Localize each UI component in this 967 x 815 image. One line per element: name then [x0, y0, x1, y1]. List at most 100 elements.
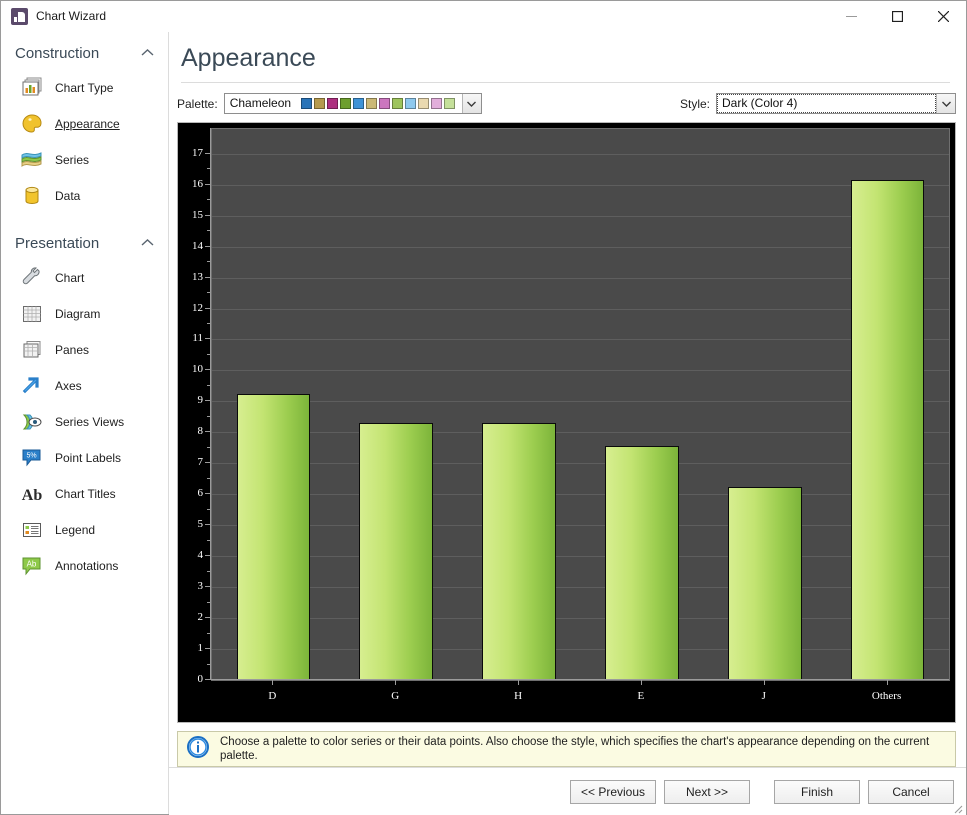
y-axis-tick-label: 14: [179, 240, 203, 252]
sidebar-item-series-views-label: Series Views: [55, 415, 124, 429]
palette-swatch-2: [327, 98, 338, 109]
gridline: [212, 247, 949, 248]
x-axis-tick-label: E: [638, 690, 645, 702]
bar-E[interactable]: [605, 446, 679, 680]
sidebar-group-construction-label: Construction: [15, 45, 99, 62]
y-axis-tick-label: 12: [179, 302, 203, 314]
sidebar-item-series[interactable]: Series: [1, 142, 168, 178]
gridline: [212, 525, 949, 526]
gridline: [212, 556, 949, 557]
y-axis-tick-label: 16: [179, 178, 203, 190]
sidebar-item-appearance-label: Appearance: [55, 117, 120, 131]
x-tick-mark: [641, 680, 642, 685]
sidebar-item-chart-label: Chart: [55, 271, 84, 285]
sidebar-group-construction[interactable]: Construction: [1, 36, 168, 70]
point-labels-icon: 5%: [19, 445, 45, 471]
gridline: [212, 309, 949, 310]
chart-type-icon: [19, 75, 45, 101]
palette-select[interactable]: Chameleon: [224, 93, 482, 114]
info-bar: Choose a palette to color series or thei…: [177, 731, 956, 767]
cancel-button[interactable]: Cancel: [868, 780, 954, 804]
gridline: [212, 185, 949, 186]
chevron-down-icon[interactable]: [462, 94, 481, 113]
gridline: [212, 216, 949, 217]
y-axis-tick-label: 7: [179, 456, 203, 468]
data-icon: [19, 183, 45, 209]
y-axis-tick-label: 8: [179, 425, 203, 437]
svg-text:Ab: Ab: [22, 487, 43, 504]
x-tick-mark: [518, 680, 519, 685]
palette-swatch-3: [340, 98, 351, 109]
y-axis-tick-label: 0: [179, 673, 203, 685]
sidebar-item-annotations[interactable]: Ab Annotations: [1, 548, 168, 584]
bar-G[interactable]: [359, 423, 433, 680]
resize-grip-icon[interactable]: [951, 801, 963, 813]
sidebar-item-chart-type[interactable]: Chart Type: [1, 70, 168, 106]
sidebar-item-chart-titles[interactable]: Ab Chart Titles: [1, 476, 168, 512]
gridline: [212, 463, 949, 464]
y-axis-tick-label: 15: [179, 209, 203, 221]
window-controls: [828, 1, 966, 32]
palette-swatch-4: [353, 98, 364, 109]
sidebar-item-axes[interactable]: Axes: [1, 368, 168, 404]
palette-icon: [19, 111, 45, 137]
y-axis-tick-label: 6: [179, 487, 203, 499]
sidebar-item-series-views[interactable]: Series Views: [1, 404, 168, 440]
close-icon[interactable]: [920, 1, 966, 32]
chevron-down-icon[interactable]: [936, 94, 955, 113]
info-icon: [186, 735, 212, 764]
palette-select-value: Chameleon: [225, 94, 295, 113]
y-axis-tick-label: 17: [179, 147, 203, 159]
chart-canvas: 01234567891011121314151617DGHEJOthers: [178, 123, 955, 722]
palette-label: Palette:: [177, 97, 218, 111]
palette-select-inner: Chameleon: [225, 94, 462, 113]
options-row: Palette: Chameleon Style: Dark (Color 4): [169, 83, 966, 122]
sidebar-item-data-label: Data: [55, 189, 80, 203]
style-label: Style:: [680, 97, 710, 111]
minimize-icon[interactable]: [828, 1, 874, 32]
bar-Others[interactable]: [851, 180, 925, 680]
series-icon: [19, 147, 45, 173]
bar-D[interactable]: [237, 394, 311, 680]
x-tick-mark: [887, 680, 888, 685]
y-axis-tick-label: 11: [179, 332, 203, 344]
sidebar-group-presentation[interactable]: Presentation: [1, 226, 168, 260]
series-views-icon: [19, 409, 45, 435]
previous-button[interactable]: << Previous: [570, 780, 656, 804]
gridline: [212, 401, 949, 402]
x-tick-mark: [395, 680, 396, 685]
x-tick-mark: [272, 680, 273, 685]
sidebar-item-annotations-label: Annotations: [55, 559, 118, 573]
sidebar-item-legend-label: Legend: [55, 523, 95, 537]
sidebar-item-chart[interactable]: Chart: [1, 260, 168, 296]
finish-button[interactable]: Finish: [774, 780, 860, 804]
title-bar: Chart Wizard: [1, 1, 966, 32]
sidebar-item-legend[interactable]: Legend: [1, 512, 168, 548]
window-title: Chart Wizard: [36, 9, 106, 23]
sidebar-item-point-labels[interactable]: 5% Point Labels: [1, 440, 168, 476]
page-title-wrap: Appearance: [169, 32, 966, 83]
sidebar-item-diagram[interactable]: Diagram: [1, 296, 168, 332]
chevron-up-icon: [141, 47, 154, 59]
sidebar-item-panes[interactable]: Panes: [1, 332, 168, 368]
y-axis-line: [210, 128, 211, 679]
x-axis-tick-label: H: [514, 690, 522, 702]
sidebar-item-axes-label: Axes: [55, 379, 82, 393]
sidebar-item-data[interactable]: Data: [1, 178, 168, 214]
palette-swatch-9: [418, 98, 429, 109]
palette-swatch-8: [405, 98, 416, 109]
gridline: [212, 587, 949, 588]
sidebar-group-presentation-label: Presentation: [15, 235, 99, 252]
window-body: Construction Chart Type: [1, 32, 966, 814]
chart-wizard-window: Chart Wizard Construction: [0, 0, 967, 815]
bar-H[interactable]: [482, 423, 556, 680]
next-button[interactable]: Next >>: [664, 780, 750, 804]
y-axis-tick-label: 4: [179, 549, 203, 561]
sidebar-item-appearance[interactable]: Appearance: [1, 106, 168, 142]
bar-J[interactable]: [728, 487, 802, 680]
palette-swatch-1: [314, 98, 325, 109]
maximize-icon[interactable]: [874, 1, 920, 32]
gridline: [212, 618, 949, 619]
sidebar-item-point-labels-label: Point Labels: [55, 451, 121, 465]
style-select[interactable]: Dark (Color 4): [716, 93, 956, 114]
